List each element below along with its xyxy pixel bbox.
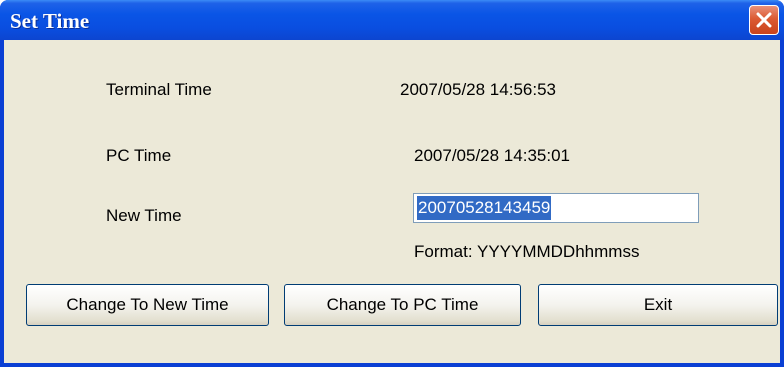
exit-button[interactable]: Exit	[538, 284, 778, 326]
format-hint: Format: YYYYMMDDhhmmss	[414, 242, 640, 261]
terminal-time-label: Terminal Time	[106, 80, 212, 99]
new-time-input[interactable]: 20070528143459	[413, 193, 699, 223]
new-time-value: 20070528143459	[417, 196, 552, 220]
close-button[interactable]	[749, 5, 779, 35]
close-icon	[756, 12, 772, 28]
title-bar[interactable]: Set Time	[0, 0, 784, 40]
new-time-label: New Time	[106, 206, 182, 225]
window-title: Set Time	[10, 9, 90, 33]
set-time-dialog: Set Time Terminal Time 2007/05/28 14:56:…	[0, 0, 784, 367]
terminal-time-value: 2007/05/28 14:56:53	[400, 80, 556, 99]
change-to-pc-time-button[interactable]: Change To PC Time	[284, 284, 521, 326]
change-to-new-time-button[interactable]: Change To New Time	[26, 284, 269, 326]
pc-time-value: 2007/05/28 14:35:01	[414, 146, 570, 165]
dialog-body: Terminal Time 2007/05/28 14:56:53 PC Tim…	[4, 40, 780, 363]
pc-time-label: PC Time	[106, 146, 172, 165]
